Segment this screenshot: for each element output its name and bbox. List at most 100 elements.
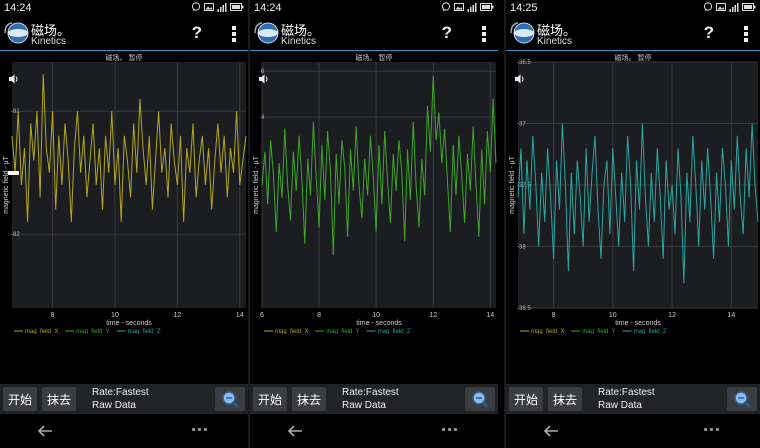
zoom-icon [222,391,239,408]
back-icon[interactable] [286,422,304,440]
legend-label: mag_field_X [531,329,564,334]
overflow-menu-icon[interactable] [232,26,236,42]
app-subtitle: Kinetics [31,36,67,47]
mode-label: Raw Data [598,400,642,411]
y-axis-label: magnetic field - μT [253,155,260,213]
zoom-icon [472,391,489,408]
chart-title: 磁场。 暂停 [105,55,143,62]
app-subtitle: Kinetics [537,36,573,47]
rate-info: Rate:Fastest Raw Data [92,386,149,412]
system-nav-bar [250,414,498,448]
status-icons [441,2,494,12]
phone-screen-2: 14:24 磁场。 Kinetics ? 6 8 10 12 14 6 4 time - se… [250,0,498,448]
y-tick-label: -82 [11,232,20,238]
legend-label: mag_field_Y [582,329,615,334]
battery-icon [230,3,244,11]
kinetics-logo-icon[interactable] [3,20,29,46]
kinetics-logo-icon[interactable] [253,20,279,46]
zoom-button[interactable] [465,387,495,411]
signal-icon [217,3,227,12]
legend-label: mag_field_Z [378,329,411,334]
status-icons [191,2,244,12]
start-button[interactable]: 开始 [509,387,543,411]
sound-icon[interactable] [8,73,20,85]
status-time: 14:25 [510,2,538,14]
chart-area[interactable]: 6 8 10 12 14 6 4 time - seconds magnetic field -… [250,52,498,334]
cursor-marker [8,171,19,175]
chart-title: 磁场。 暂停 [355,55,393,62]
x-axis-label: time - seconds [106,320,152,327]
erase-button[interactable]: 抹去 [548,387,582,411]
action-bar: 磁场。 Kinetics ? [0,17,248,51]
legend-label: mag_field_Z [634,329,667,334]
status-bar: 14:25 [506,0,760,16]
x-axis-label: time - seconds [615,320,661,327]
x-tick-label: 12 [173,312,181,319]
kinetics-logo-icon[interactable] [509,20,535,46]
app-subtitle: Kinetics [281,36,317,47]
more-icon[interactable] [704,428,722,432]
plot-background [262,62,496,308]
chart-area[interactable]: 8 10 12 14 -81 -82 time - seconds magnetic fiel… [0,52,248,334]
start-button[interactable]: 开始 [3,387,37,411]
back-icon[interactable] [36,422,54,440]
action-bar: 磁场。 Kinetics ? [506,17,760,51]
sound-icon[interactable] [514,73,526,85]
x-tick-label: 12 [429,312,437,319]
battery-icon [480,3,494,11]
magnetic-field-chart[interactable]: 6 8 10 12 1464time - secondsmagnetic field -… [250,52,498,334]
rate-label: Rate:Fastest [92,387,149,398]
bottom-toolbar: 开始 抹去 Rate:Fastest Raw Data [506,384,760,414]
help-button[interactable]: ? [442,23,452,43]
chat-icon [703,2,713,12]
mode-label: Raw Data [342,400,386,411]
action-bar: 磁场。 Kinetics ? [250,17,498,51]
x-tick-label: 14 [236,312,244,319]
zoom-button[interactable] [215,387,245,411]
erase-button[interactable]: 抹去 [42,387,76,411]
magnetic-field-chart[interactable]: 8 10 12 14 -81 -82 time - seconds magnetic fiel… [0,52,248,334]
sound-icon[interactable] [258,73,270,85]
rate-info: Rate:Fastest Raw Data [598,386,655,412]
back-icon[interactable] [542,422,560,440]
zoom-button[interactable] [727,387,757,411]
signal-icon [467,3,477,12]
overflow-menu-icon[interactable] [482,26,486,42]
help-button[interactable]: ? [704,23,714,43]
system-nav-bar [0,414,248,448]
rate-label: Rate:Fastest [342,387,399,398]
image-icon [716,3,726,11]
phone-screen-3: 14:25 磁场。 Kinetics ? 8 10 12 14 -36.5 -37 -37.… [506,0,760,448]
start-button[interactable]: 开始 [253,387,287,411]
x-tick-label: 8 [317,312,321,319]
y-tick-label: -81 [11,109,20,115]
help-button[interactable]: ? [192,23,202,43]
image-icon [454,3,464,11]
status-time: 14:24 [254,2,282,14]
bottom-toolbar: 开始 抹去 Rate:Fastest Raw Data [250,384,498,414]
y-axis-label: magnetic field - μT [509,155,516,213]
x-tick-label: 10 [111,312,119,319]
legend-label: mag_field_Z [128,329,161,334]
y-axis-label: magnetic field - μT [3,155,10,213]
chart-area[interactable]: 8 10 12 14 -36.5 -37 -37.5 -38 -38.5 time - secon… [506,52,760,334]
chart-title: 磁场。 暂停 [614,55,652,62]
mode-label: Raw Data [92,400,136,411]
legend-label: mag_field_X [25,329,58,334]
phone-screen-1: 14:24 磁场。 Kinetics ? 8 10 12 14 -81 -82 time -… [0,0,248,448]
y-tick-label: -38 [517,245,526,251]
x-tick-label: 10 [372,312,380,319]
x-tick-label: 6 [260,312,264,319]
overflow-menu-icon[interactable] [744,26,748,42]
legend-label: mag_field_X [275,329,308,334]
more-icon[interactable] [442,428,460,432]
more-icon[interactable] [192,428,210,432]
y-tick-label: -37 [517,122,526,128]
bottom-toolbar: 开始 抹去 Rate:Fastest Raw Data [0,384,248,414]
magnetic-field-chart[interactable]: 8 10 12 14-36.5-37-37.5-38-38.5time - secon… [506,52,760,334]
chat-icon [441,2,451,12]
y-tick-label: -38.5 [517,306,531,312]
chat-icon [191,2,201,12]
erase-button[interactable]: 抹去 [292,387,326,411]
x-axis-label: time - seconds [356,320,402,327]
